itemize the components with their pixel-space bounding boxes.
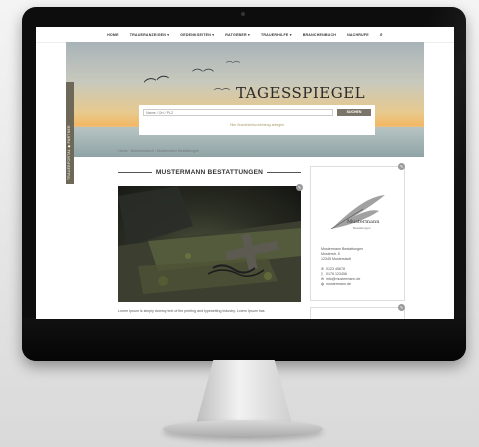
webcam — [241, 12, 245, 16]
edit-card-icon[interactable]: ✎ — [398, 163, 405, 170]
company-card: Mustermann Bestattungen Mustermann Besta… — [310, 166, 405, 301]
top-nav: HOME TRAUERANZEIGEN ▾ GEDENKSEITEN ▾ RAT… — [36, 27, 454, 43]
contact-text: info@mustermann.de — [326, 277, 361, 281]
search-icon[interactable]: ⌕ — [380, 32, 383, 38]
description-text: Lorem Ipsum is simply dummy text of the … — [118, 309, 265, 313]
title-rule-right — [267, 171, 302, 173]
nav-item-nachrufe[interactable]: NACHRUFE — [347, 33, 369, 37]
seagull-icon: ⌒⌒ — [214, 88, 230, 97]
search-panel: Name / Ort / PLZ SUCHEN Hier Branchenbuc… — [139, 105, 375, 135]
nav-item-ratgeber[interactable]: RATGEBER ▾ — [225, 33, 250, 37]
search-button[interactable]: SUCHEN — [337, 109, 371, 116]
monitor-base — [163, 420, 323, 438]
side-tab-label: TRAUERPORTAL ◆ PARTNER — [67, 125, 71, 180]
feather-logo — [330, 195, 385, 230]
nav-item-home[interactable]: HOME — [107, 33, 119, 37]
contact-text: 0176 123456 — [326, 272, 347, 276]
grave-cross-photo — [118, 186, 301, 302]
nav-item-branchenbuch[interactable]: BRANCHENBUCH — [303, 33, 336, 37]
company-logo-sub: Bestattungen — [353, 226, 371, 230]
grave-illustration — [118, 186, 301, 302]
side-partner-tab[interactable]: TRAUERPORTAL ◆ PARTNER — [66, 82, 74, 184]
nav-item-gedenkseiten[interactable]: GEDENKSEITEN ▾ — [180, 33, 214, 37]
breadcrumb[interactable]: Home › Branchenbuch › Mustermann Bestatt… — [118, 149, 199, 153]
create-entry-link[interactable]: Hier Branchenbucheintrag anlegen — [139, 123, 375, 127]
company-contacts: ✆ 0123 45678 ▯ 0176 123456 ✉ info@musterman… — [321, 267, 360, 287]
nav-item-trauerhilfe[interactable]: TRAUERHILFE ▾ — [261, 33, 292, 37]
company-logo-name: Mustermann — [347, 219, 380, 225]
seagull-icon: ⌒⌒ — [226, 62, 240, 69]
monitor-chin — [22, 318, 466, 361]
title-rule-left — [118, 171, 152, 173]
hero-banner: ⌒⌒ ⌒⌒ ⌒⌒ ⌒⌒ TAGESSPIEGEL TRAUERANZEIGEN … — [66, 42, 424, 157]
page-title-row: MUSTERMANN BESTATTUNGEN — [118, 167, 302, 177]
edit-photo-icon[interactable]: ✎ — [296, 184, 303, 191]
edit-second-card-icon[interactable]: ✎ — [398, 304, 405, 311]
contact-web[interactable]: ◍ mustermann.de — [321, 282, 360, 287]
search-input[interactable]: Name / Ort / PLZ — [143, 109, 333, 116]
seagull-icon: ⌒⌒ — [142, 73, 172, 94]
page-title: MUSTERMANN BESTATTUNGEN — [155, 168, 264, 176]
contact-text: mustermann.de — [326, 282, 351, 286]
contact-text: 0123 45678 — [326, 267, 345, 271]
seagull-icon: ⌒⌒ — [192, 69, 214, 81]
site-logo[interactable]: TAGESSPIEGEL — [236, 84, 365, 102]
second-card — [310, 307, 405, 319]
browser-screen: HOME TRAUERANZEIGEN ▾ GEDENKSEITEN ▾ RAT… — [36, 27, 454, 319]
nav-item-traueranzeigen[interactable]: TRAUERANZEIGEN ▾ — [130, 33, 170, 37]
address-line: 12345 Musterstadt — [321, 256, 351, 261]
company-address: Mustermann Bestattungen Musterstr. 5 123… — [321, 247, 363, 261]
